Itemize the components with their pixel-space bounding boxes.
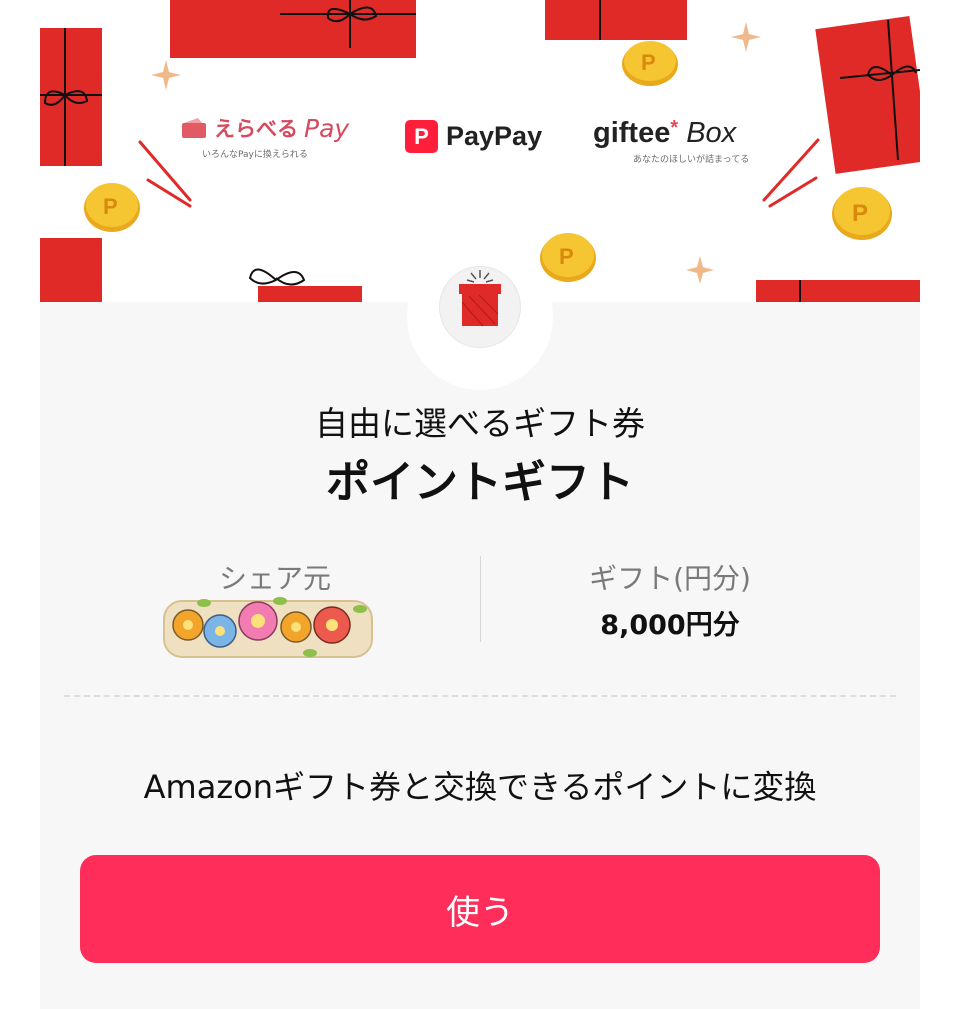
giftee-box-text: Box bbox=[686, 117, 737, 149]
gift-box-decoration-bottom-left bbox=[40, 238, 102, 302]
gift-box-decoration-top bbox=[170, 0, 416, 58]
flower-icon bbox=[313, 606, 351, 644]
sharer-avatar bbox=[163, 597, 373, 658]
coin-decoration: P bbox=[622, 41, 678, 86]
erabel-pay-jp-text: えらべる bbox=[214, 117, 298, 141]
coin-decoration: P bbox=[832, 187, 892, 240]
gift-amount-label: ギフト(円分) bbox=[589, 562, 751, 595]
flower-icon bbox=[238, 601, 278, 641]
gift-amount-section: ギフト(円分) 8,000円分 bbox=[510, 557, 830, 642]
giftee-text: giftee bbox=[593, 117, 671, 149]
gift-box-icon bbox=[459, 270, 501, 327]
gift-box-decoration-top-mid bbox=[545, 0, 687, 40]
gift-title: ポイントギフト bbox=[326, 457, 634, 508]
giftee-tagline: あなたのほしいが詰まってる bbox=[633, 155, 750, 165]
gift-subtitle: 自由に選べるギフト券 bbox=[315, 404, 645, 443]
coin-decoration: P bbox=[84, 183, 140, 232]
dashed-divider bbox=[64, 695, 896, 697]
svg-text:P: P bbox=[641, 50, 656, 75]
flower-icon bbox=[172, 609, 204, 641]
paypay-text: PayPay bbox=[446, 121, 543, 151]
erabel-pay-logo: えらべる Pay いろんなPayに換えられる bbox=[180, 113, 360, 160]
erabel-pay-tagline: いろんなPayに換えられる bbox=[202, 150, 308, 160]
svg-text:P: P bbox=[103, 194, 118, 219]
info-divider bbox=[480, 556, 481, 642]
giftee-box-logo: giftee* Box あなたのほしいが詰まってる bbox=[593, 117, 749, 165]
flower-icon bbox=[203, 614, 237, 648]
svg-text:P: P bbox=[852, 200, 868, 227]
paypay-mark-icon: P bbox=[405, 120, 438, 153]
svg-text:P: P bbox=[559, 244, 574, 269]
coin-decoration: P bbox=[540, 233, 596, 282]
gift-box-decoration-bottom-mid bbox=[248, 268, 362, 302]
erabel-pay-en-text: Pay bbox=[304, 113, 350, 143]
gift-amount-value: 8,000円分 bbox=[600, 610, 740, 641]
gift-box-decoration-bottom-right bbox=[756, 280, 920, 302]
paypay-logo: P PayPay bbox=[405, 120, 542, 153]
flower-icon bbox=[280, 611, 312, 643]
gift-box-decoration-top-right bbox=[815, 16, 920, 174]
wallet-icon bbox=[182, 118, 206, 138]
giftee-star-icon: * bbox=[670, 117, 679, 139]
gift-box-decoration-top-left bbox=[40, 28, 102, 166]
use-button[interactable]: 使う bbox=[80, 855, 880, 963]
gift-card: P P P P えらべる Pay いろんなPayに換えられる P PayPay … bbox=[40, 0, 920, 1009]
gift-description: Amazonギフト券と交換できるポイントに変換 bbox=[143, 768, 817, 806]
